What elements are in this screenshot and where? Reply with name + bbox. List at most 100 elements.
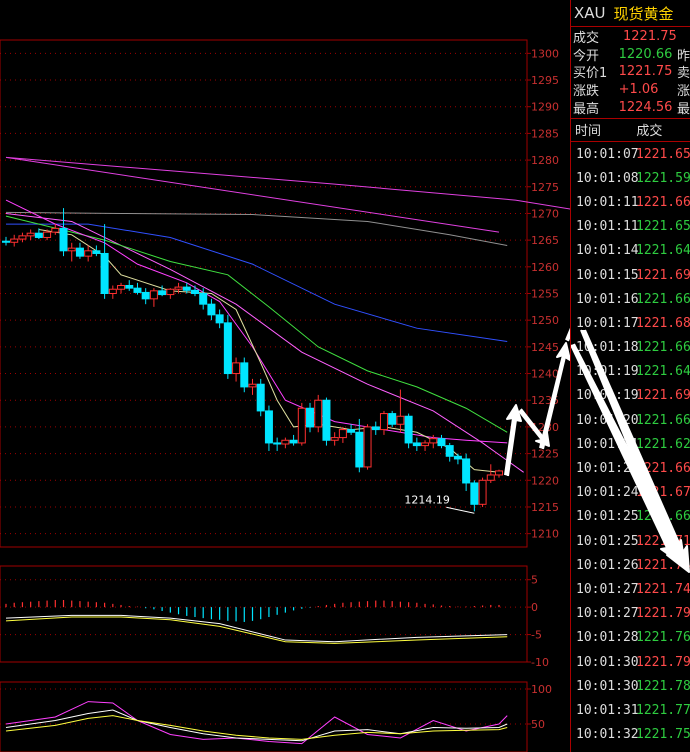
tick-row[interactable]: 10:01:24 1221.67 <box>571 481 690 505</box>
tick-row[interactable]: 10:01:30 1221.78 <box>571 674 690 698</box>
candle-body <box>174 286 183 290</box>
quote-label: 涨跌 <box>573 84 600 100</box>
quote-extra: 卖 <box>676 66 690 82</box>
kdj-tick-label: 100 <box>531 683 552 696</box>
tick-price: 1221.71 <box>636 533 690 549</box>
tick-row[interactable]: 10:01:08 1221.59 <box>571 166 690 190</box>
tick-row[interactable]: 10:01:07 1221.65 <box>571 142 690 166</box>
candle-body <box>453 455 462 460</box>
tick-price: 1221.66 <box>636 461 690 476</box>
kline-chart-area[interactable]: 1210121512201225123012351240124512501255… <box>0 0 570 752</box>
tick-row[interactable]: 10:01:16 1221.66 <box>571 287 690 311</box>
candle-body <box>84 250 93 257</box>
price-tick-label: 1260 <box>531 261 559 274</box>
symbol-code: XAU <box>574 4 606 22</box>
tick-time: 10:01:15 <box>576 267 639 283</box>
tick-row[interactable]: 10:01:17 1221.68 <box>571 311 690 335</box>
tick-price: 1221.69 <box>636 267 690 283</box>
candle-body <box>117 284 126 290</box>
price-tick-label: 1220 <box>531 474 559 487</box>
quote-row: 涨跌 +1.06 涨 <box>571 81 690 99</box>
candle-body <box>182 286 191 291</box>
macd-line <box>5 616 508 644</box>
tick-price: 1221.69 <box>636 388 690 404</box>
tick-row[interactable]: 10:01:21 1221.66 <box>571 456 690 480</box>
candle-body <box>43 231 52 238</box>
quote-row: 今开 1220.66 昨 <box>571 46 690 64</box>
price-tick-label: 1265 <box>531 234 559 247</box>
candle-body <box>125 284 134 289</box>
candle-body <box>421 442 430 447</box>
tick-row[interactable]: 10:01:21 1221.62 <box>571 432 690 456</box>
tick-price: 1221.79 <box>636 606 690 622</box>
tick-row[interactable]: 10:01:11 1221.65 <box>571 215 690 239</box>
quote-row: 成交 1221.75 <box>571 28 690 46</box>
tick-time: 10:01:26 <box>576 557 639 573</box>
tick-row[interactable]: 10:01:25 1221.66 <box>571 505 690 529</box>
tick-price: 1221.66 <box>636 291 690 307</box>
tick-row[interactable]: 10:01:25 1221.71 <box>571 529 690 553</box>
candle-body <box>445 445 454 457</box>
quote-value: 1220.66 <box>618 46 673 62</box>
tick-row[interactable]: 10:01:19 1221.64 <box>571 360 690 384</box>
candle-body <box>330 437 339 441</box>
tick-row[interactable]: 10:01:14 1221.64 <box>571 239 690 263</box>
price-frame <box>0 39 528 548</box>
candle-body <box>306 407 315 428</box>
tick-price: 1221.79 <box>636 654 690 670</box>
moving-average-line <box>6 223 508 343</box>
macd-frame <box>0 565 528 663</box>
moving-average-line <box>5 156 500 233</box>
tick-time: 10:01:32 <box>576 727 639 743</box>
tick-time: 10:01:21 <box>576 461 639 476</box>
candle-body <box>396 415 405 425</box>
kdj-panel[interactable]: 100 50 <box>0 681 552 752</box>
tick-list[interactable]: 10:01:07 1221.65 10:01:08 1221.59 10:01:11 12… <box>571 142 690 747</box>
tick-price: 1221.76 <box>636 630 690 646</box>
tick-time: 10:01:30 <box>576 654 639 670</box>
tick-row[interactable]: 10:01:26 1221.74 <box>571 553 690 577</box>
tick-price: 1221.67 <box>636 485 690 501</box>
tick-row[interactable]: 10:01:11 1221.66 <box>571 190 690 214</box>
tick-time: 10:01:27 <box>576 581 639 597</box>
tick-price: 1221.66 <box>636 340 690 356</box>
macd-tick-label: 0 <box>531 601 538 614</box>
candle-body <box>207 303 216 316</box>
candle-body <box>67 247 76 252</box>
tick-price: 1221.59 <box>636 170 690 186</box>
tick-row[interactable]: 10:01:19 1221.69 <box>571 384 690 408</box>
candle-body <box>100 252 109 294</box>
tick-row[interactable]: 10:01:18 1221.66 <box>571 335 690 359</box>
candle-body <box>314 399 323 428</box>
candle-body <box>232 362 241 375</box>
candle-body <box>437 438 446 447</box>
tick-row[interactable]: 10:01:28 1221.76 <box>571 626 690 650</box>
tick-row[interactable]: 10:01:15 1221.69 <box>571 263 690 287</box>
tick-time: 10:01:31 <box>576 702 639 718</box>
tick-price: 1221.66 <box>636 194 690 210</box>
candle-body <box>34 232 43 238</box>
tick-row[interactable]: 10:01:30 1221.79 <box>571 650 690 674</box>
candlestick-panel[interactable]: 1210121512201225123012351240124512501255… <box>0 39 570 548</box>
macd-panel[interactable]: 5 0 -5 -10 <box>0 565 549 669</box>
candle-body <box>363 426 372 468</box>
tick-row[interactable]: 10:01:20 1221.66 <box>571 408 690 432</box>
quote-extra: 昨 <box>676 48 690 64</box>
kdj-line <box>5 709 508 742</box>
tick-row[interactable]: 10:01:31 1221.77 <box>571 698 690 722</box>
price-tick-label: 1280 <box>531 154 559 167</box>
quote-value: 1221.75 <box>623 29 677 45</box>
tick-row[interactable]: 10:01:32 1221.75 <box>571 722 690 746</box>
tick-row[interactable]: 10:01:27 1221.79 <box>571 602 690 626</box>
low-annotation-line <box>446 506 475 514</box>
symbol-name: 现货黄金 <box>613 4 674 23</box>
candle-body <box>281 439 290 445</box>
price-tick-label: 1275 <box>531 181 559 194</box>
quote-value: 1221.75 <box>618 64 673 80</box>
macd-tick-label: -10 <box>531 656 549 669</box>
tick-row[interactable]: 10:01:27 1221.74 <box>571 577 690 601</box>
tick-price: 1221.77 <box>636 702 690 718</box>
candle-body <box>2 240 10 243</box>
ticks-header: 时间 成交 <box>571 119 690 142</box>
quote-value: +1.06 <box>618 82 659 98</box>
